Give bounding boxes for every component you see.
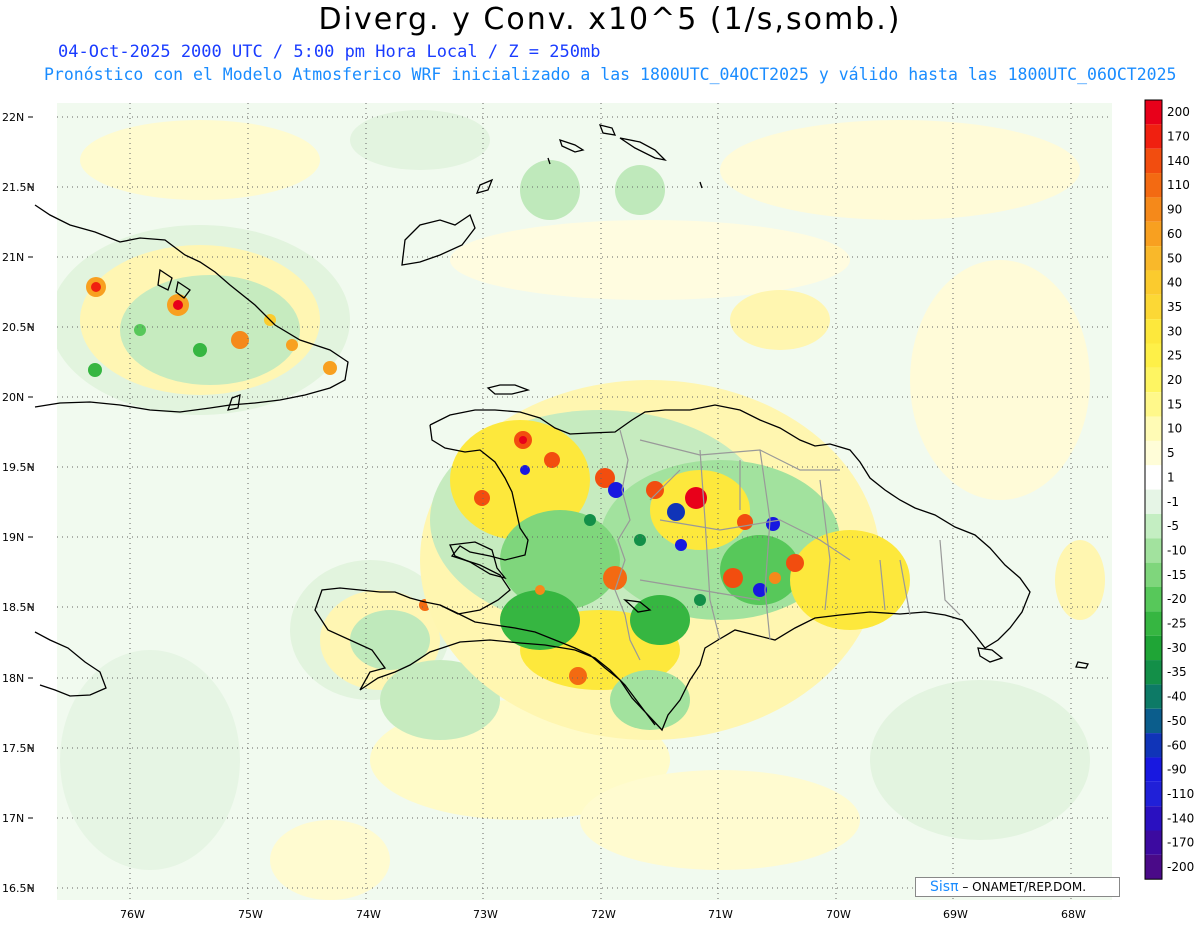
colorbar-swatch	[1145, 781, 1162, 807]
colorbar-label: 140	[1167, 154, 1190, 168]
colorbar-label: -30	[1167, 641, 1187, 655]
latitude-labels: 22N 21.5N 21N 20.5N 20N 19.5N 19N 18.5N …	[2, 111, 35, 895]
colorbar-swatch	[1145, 197, 1162, 222]
divergence-map: 22N 21.5N 21N 20.5N 20N 19.5N 19N 18.5N …	[2, 99, 1194, 921]
colorbar-swatch	[1145, 221, 1162, 247]
lat-label: 19N	[2, 531, 24, 544]
lat-label: 18N	[2, 672, 24, 685]
lat-label: 17N	[2, 812, 24, 825]
colorbar-swatch	[1145, 733, 1162, 758]
colorbar-label: -140	[1167, 811, 1194, 825]
lon-label: 76W	[120, 908, 145, 921]
colorbar-label: 90	[1167, 203, 1182, 217]
colorbar-label: -90	[1167, 763, 1187, 777]
colorbar-swatch	[1145, 538, 1162, 563]
colorbar-swatch	[1145, 830, 1162, 855]
lon-label: 72W	[591, 908, 616, 921]
lon-label: 74W	[356, 908, 381, 921]
colorbar-label: -5	[1167, 519, 1179, 533]
lon-label: 71W	[708, 908, 733, 921]
colorbar-label: 60	[1167, 227, 1182, 241]
lat-label: 20N	[2, 391, 24, 404]
colorbar-swatch	[1145, 708, 1162, 734]
sispi-logo: Sisπ	[930, 879, 959, 895]
colorbar-swatch	[1145, 367, 1162, 393]
field-shading	[57, 103, 1112, 900]
colorbar-label: -200	[1167, 860, 1194, 874]
colorbar-label: 1	[1167, 470, 1175, 484]
colorbar-label: -10	[1167, 543, 1187, 557]
colorbar-swatch	[1145, 513, 1162, 539]
colorbar-swatch	[1145, 635, 1162, 661]
colorbar-label: -40	[1167, 690, 1187, 704]
credit-box: Sisπ – ONAMET/REP.DOM.	[915, 877, 1120, 897]
lon-label: 70W	[826, 908, 851, 921]
colorbar-label: 15	[1167, 397, 1182, 411]
lon-label: 75W	[238, 908, 263, 921]
colorbar-swatch	[1145, 416, 1162, 441]
colorbar: 200 170 140 110 90 60 50 40 35 30 25 20 15 10 5 1 -1 -5 -1…	[1144, 99, 1194, 880]
colorbar-swatch	[1145, 270, 1162, 295]
colorbar-swatch	[1145, 660, 1162, 685]
colorbar-swatch	[1145, 489, 1162, 514]
colorbar-label: -20	[1167, 592, 1187, 606]
colorbar-swatch	[1145, 294, 1162, 320]
colorbar-swatch	[1145, 319, 1162, 344]
colorbar-label: -1	[1167, 495, 1179, 509]
colorbar-swatch	[1145, 806, 1162, 831]
colorbar-swatch	[1145, 611, 1162, 636]
colorbar-label: 170	[1167, 130, 1190, 144]
colorbar-label: -60	[1167, 738, 1187, 752]
colorbar-swatch	[1145, 562, 1162, 587]
colorbar-label: -110	[1167, 787, 1194, 801]
colorbar-swatch	[1145, 440, 1162, 466]
colorbar-label: -15	[1167, 568, 1187, 582]
lat-label: 22N	[2, 111, 24, 124]
credit-text: – ONAMET/REP.DOM.	[962, 880, 1087, 894]
colorbar-label: 40	[1167, 276, 1182, 290]
colorbar-swatch	[1145, 757, 1162, 782]
colorbar-swatch	[1145, 854, 1162, 880]
colorbar-label: 50	[1167, 251, 1182, 265]
longitude-labels: 76W 75W 74W 73W 72W 71W 70W 69W 68W	[120, 908, 1086, 921]
colorbar-label: -50	[1167, 714, 1187, 728]
lon-label: 69W	[943, 908, 968, 921]
colorbar-swatch	[1145, 100, 1162, 125]
colorbar-swatch	[1145, 392, 1162, 417]
colorbar-swatch	[1145, 173, 1162, 198]
colorbar-label: 5	[1167, 446, 1175, 460]
colorbar-swatch	[1145, 465, 1162, 490]
colorbar-label: 30	[1167, 324, 1182, 338]
colorbar-swatch	[1145, 587, 1162, 612]
lon-label: 73W	[473, 908, 498, 921]
lat-label: 21N	[2, 251, 24, 264]
colorbar-label: 10	[1167, 422, 1182, 436]
colorbar-label: -170	[1167, 836, 1194, 850]
colorbar-label: 35	[1167, 300, 1182, 314]
colorbar-swatch	[1145, 246, 1162, 271]
colorbar-swatch	[1145, 343, 1162, 368]
colorbar-label: 25	[1167, 349, 1182, 363]
colorbar-swatch	[1145, 124, 1162, 149]
colorbar-label: -35	[1167, 665, 1187, 679]
lon-label: 68W	[1061, 908, 1086, 921]
colorbar-swatch	[1145, 148, 1162, 174]
colorbar-label: 110	[1167, 178, 1190, 192]
colorbar-label: 20	[1167, 373, 1182, 387]
colorbar-label: -25	[1167, 617, 1187, 631]
colorbar-label: 200	[1167, 105, 1190, 119]
colorbar-swatch	[1145, 684, 1162, 709]
